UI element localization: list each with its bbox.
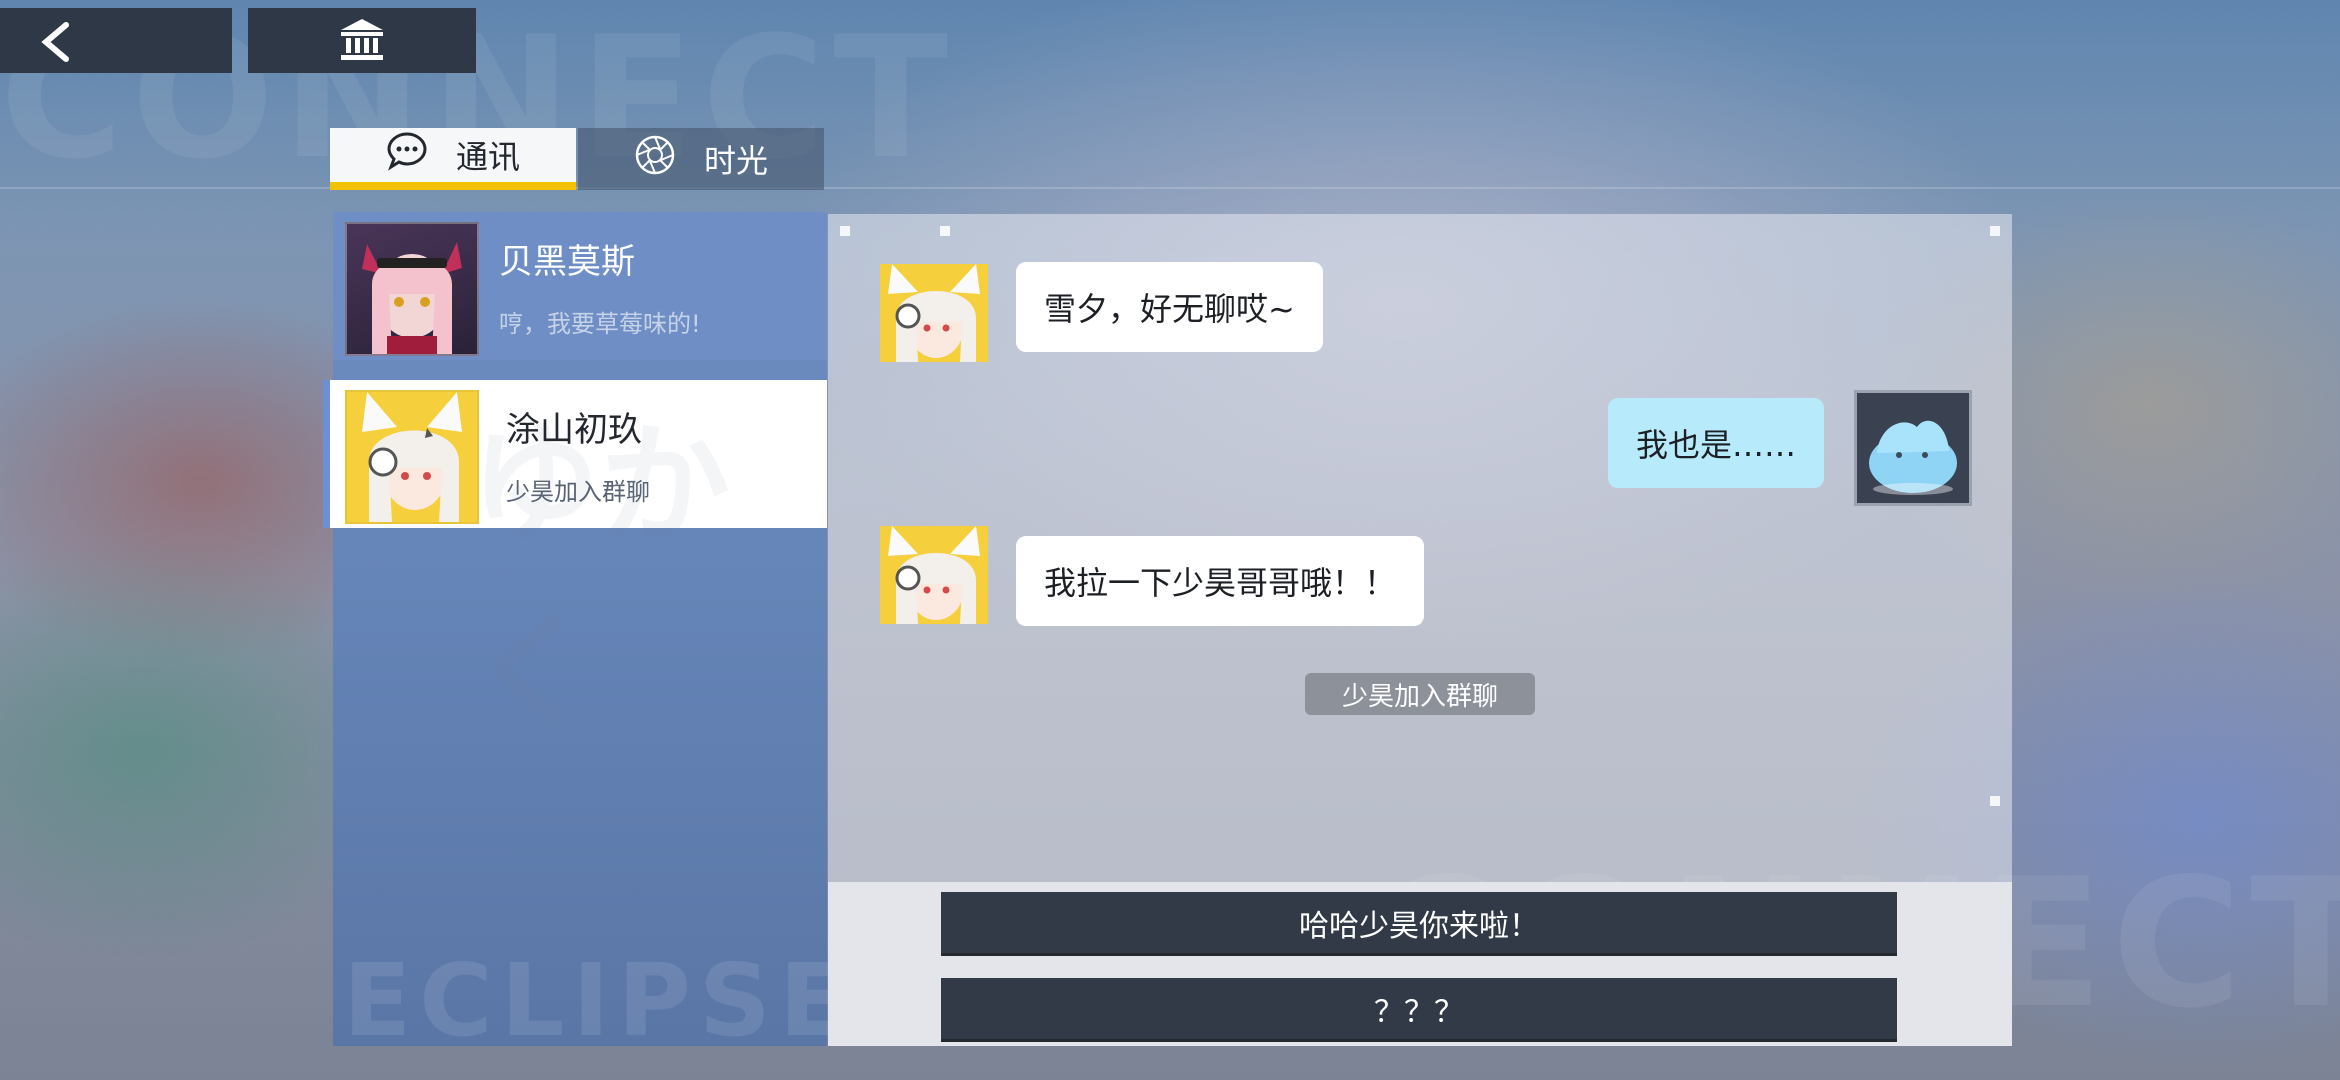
tab-comms[interactable]: 通讯 xyxy=(330,128,576,190)
aperture-icon xyxy=(634,134,676,184)
contact-item-behemoth[interactable]: 贝黑莫斯 哼，我要草莓味的! xyxy=(333,212,827,360)
archive-button[interactable] xyxy=(248,8,476,73)
reply-options: 哈哈少昊你来啦！ ？？？ xyxy=(828,882,2012,1046)
chat-bubble-icon xyxy=(386,131,428,179)
reply-option-1[interactable]: 哈哈少昊你来啦！ xyxy=(941,892,1897,956)
chevron-left-icon xyxy=(38,22,74,66)
sender-avatar xyxy=(880,264,988,362)
system-notice: 少昊加入群聊 xyxy=(1305,673,1535,715)
chat-window[interactable]: 雪夕，好无聊哎~ 我也是…… 我拉一下少昊哥哥哦！！ xyxy=(828,214,2012,882)
sender-avatar xyxy=(880,526,988,624)
contact-name: 贝黑莫斯 xyxy=(499,242,635,282)
tab-timeline[interactable]: 时光 xyxy=(578,128,824,190)
frame-corner xyxy=(940,226,950,236)
frame-corner xyxy=(1990,796,2000,806)
contact-item-tushan[interactable]: ゆかく 涂山初玖 少昊加入群聊 xyxy=(323,380,827,749)
contact-list: ECLIPSE 贝黑莫斯 哼，我要草莓味的! ゆかく 涂山初玖 少昊加入群聊 xyxy=(323,212,847,1059)
frame-corner xyxy=(840,226,850,236)
message-bubble-outgoing: 我也是…… xyxy=(1608,398,1825,488)
contact-preview: 少昊加入群聊 xyxy=(506,478,650,506)
back-button[interactable] xyxy=(0,8,232,73)
tab-timeline-label: 时光 xyxy=(703,142,768,180)
bank-icon xyxy=(339,17,385,65)
contact-name: 涂山初玖 xyxy=(506,410,642,450)
tab-bar: 通讯 时光 xyxy=(330,128,824,190)
message-bubble-incoming: 我拉一下少昊哥哥哦！！ xyxy=(1016,536,1425,626)
contact-avatar xyxy=(345,390,479,524)
reply-option-2[interactable]: ？？？ xyxy=(941,978,1897,1042)
frame-corner xyxy=(1990,226,2000,236)
message-bubble-incoming: 雪夕，好无聊哎~ xyxy=(1016,262,1323,352)
contact-avatar xyxy=(345,222,479,356)
panel-watermark: ECLIPSE xyxy=(343,942,856,1059)
player-avatar xyxy=(1854,390,1972,506)
tab-comms-label: 通讯 xyxy=(455,138,520,176)
contact-preview: 哼，我要草莓味的! xyxy=(499,310,701,338)
